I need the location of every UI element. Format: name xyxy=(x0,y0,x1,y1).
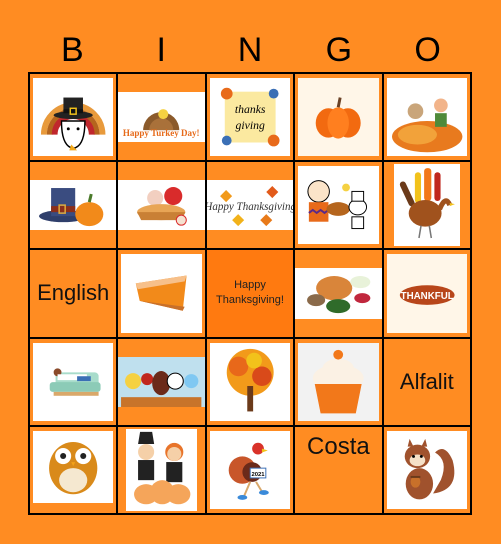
bingo-cell-o2[interactable] xyxy=(383,162,470,249)
free-space-text: Happy Thanksgiving! xyxy=(216,279,284,307)
pumpkin-icon xyxy=(298,78,379,157)
owl-icon xyxy=(33,430,114,503)
turkey-dinner-icon xyxy=(295,268,382,319)
bingo-cell-b5[interactable] xyxy=(30,426,117,513)
bingo-cell-b4[interactable] xyxy=(30,338,117,425)
header-letter-n: N xyxy=(237,31,263,69)
bingo-cell-g5[interactable]: Costa xyxy=(295,426,382,513)
kid-dog-autumn-leaves-icon xyxy=(386,78,467,157)
running-turkey-icon: 2021 xyxy=(209,430,291,509)
bingo-cell-i3[interactable] xyxy=(118,250,205,337)
bingo-cell-o4[interactable]: Alfalit xyxy=(383,338,470,425)
turkey-day-text: Happy Turkey Day! xyxy=(123,128,200,138)
cell-text: English xyxy=(37,280,110,306)
bingo-cell-g2[interactable] xyxy=(295,162,382,249)
pumpkin-pie-slice-icon xyxy=(121,254,202,333)
thanksgiving-lettering-icon: thanks giving xyxy=(209,78,291,157)
thankful-text: THANKFUL xyxy=(400,291,453,302)
bingo-cell-g3[interactable] xyxy=(295,250,382,337)
bingo-cell-i1[interactable]: Happy Turkey Day! xyxy=(118,74,205,161)
bingo-cell-g1[interactable] xyxy=(295,74,382,161)
bingo-cell-g4[interactable] xyxy=(295,338,382,425)
bingo-cell-b1[interactable] xyxy=(30,74,117,161)
svg-text:thanks: thanks xyxy=(235,103,266,116)
pilgrim-kids-pumpkins-icon xyxy=(126,428,197,511)
charlie-brown-snoopy-turkey-icon xyxy=(298,166,379,245)
autumn-tree-icon xyxy=(209,342,291,421)
pumpkin-cupcake-icon xyxy=(298,342,379,421)
bingo-cell-b2[interactable] xyxy=(30,162,117,249)
bingo-header: B I N G O xyxy=(28,30,472,70)
race-bib-number: 2021 xyxy=(251,472,265,478)
bingo-cell-o3[interactable]: THANKFUL xyxy=(383,250,470,337)
pilgrim-hat-pumpkin-icon xyxy=(30,180,117,231)
thanksgiving-script-text: Happy Thanksgiving xyxy=(207,201,293,213)
squirrel-acorn-icon xyxy=(386,430,467,509)
bingo-cell-o1[interactable] xyxy=(383,74,470,161)
apple-pie-icon xyxy=(118,180,205,231)
person-resting-couch-icon xyxy=(33,342,114,421)
bingo-grid: Happy Turkey Day! thanks giving Happy Th… xyxy=(28,72,472,515)
svg-text:giving: giving xyxy=(235,119,264,132)
header-letter-i: I xyxy=(156,31,166,69)
happy-turkey-day-icon: Happy Turkey Day! xyxy=(118,92,205,143)
header-letter-g: G xyxy=(325,31,353,69)
bingo-cell-n2[interactable]: Happy Thanksgiving xyxy=(206,162,294,249)
header-letter-o: O xyxy=(414,31,441,69)
bingo-cell-n1[interactable]: thanks giving xyxy=(206,74,294,161)
bingo-cell-i2[interactable] xyxy=(118,162,205,249)
bingo-cell-o5[interactable] xyxy=(383,426,470,513)
bingo-cell-i5[interactable] xyxy=(118,426,205,513)
bingo-cell-i4[interactable] xyxy=(118,338,205,425)
header-letter-b: B xyxy=(61,31,84,69)
bingo-cell-n5[interactable]: 2021 xyxy=(206,426,294,513)
bingo-cell-n4[interactable] xyxy=(206,338,294,425)
bingo-cell-free-space[interactable]: Happy Thanksgiving! xyxy=(206,250,294,337)
happy-thanksgiving-leaves-icon: Happy Thanksgiving xyxy=(206,180,294,231)
handprint-turkey-icon xyxy=(393,164,460,247)
cartoon-parade-icon xyxy=(118,356,205,407)
pilgrim-dog-turkey-icon xyxy=(33,78,114,157)
cell-text: Costa xyxy=(307,432,370,460)
bingo-cell-b3[interactable]: English xyxy=(30,250,117,337)
thankful-badge-icon: THANKFUL xyxy=(386,254,467,333)
cell-text: Alfalit xyxy=(399,368,454,394)
